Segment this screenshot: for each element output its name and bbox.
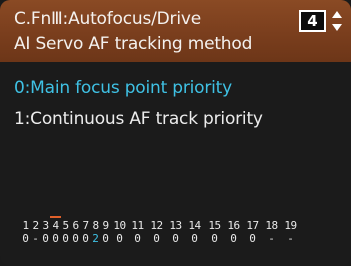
legend-number: 13 [169, 219, 182, 232]
legend-value: 0 [102, 232, 109, 245]
legend-cell: 18 - [264, 220, 279, 245]
legend-cell: 16 0 [226, 220, 241, 245]
legend-number: 14 [188, 219, 201, 232]
legend-value: 0 [172, 232, 179, 245]
legend-cell: 12 0 [149, 220, 164, 245]
legend-cell: 10 0 [112, 220, 127, 245]
function-number-selector[interactable]: 4 [299, 10, 326, 32]
legend-number: 19 [284, 219, 297, 232]
legend-cell: 11 0 [130, 220, 145, 245]
function-name: AI Servo AF tracking method [14, 34, 253, 54]
legend-cell: 13 0 [168, 220, 183, 245]
menu-title: C.FnⅢ:Autofocus/Drive [14, 9, 201, 29]
legend-value: - [268, 232, 275, 245]
legend-number: 16 [227, 219, 240, 232]
legend-cell: 17 0 [245, 220, 260, 245]
function-settings-legend: 1 0 2 - 3 0 4 0 5 0 6 0 7 0 8 2 9 0 10 0… [18, 216, 348, 260]
legend-value: 0 [249, 232, 256, 245]
spin-arrows-icon[interactable] [330, 10, 344, 32]
legend-cell: 9 0 [98, 220, 113, 245]
legend-number: 11 [131, 219, 144, 232]
legend-value: 0 [134, 232, 141, 245]
current-function-marker [50, 216, 61, 218]
menu-header: C.FnⅢ:Autofocus/Drive AI Servo AF tracki… [0, 0, 351, 62]
legend-cell: 15 0 [207, 220, 222, 245]
legend-value: 0 [153, 232, 160, 245]
legend-value: - [287, 232, 294, 245]
legend-number: 12 [150, 219, 163, 232]
legend-number: 17 [246, 219, 259, 232]
legend-number: 15 [208, 219, 221, 232]
legend-number: 10 [113, 219, 126, 232]
legend-cell: 14 0 [187, 220, 202, 245]
legend-value: 0 [230, 232, 237, 245]
option-main-focus-point-priority[interactable]: 0:Main focus point priority [14, 78, 232, 98]
legend-number: 9 [102, 219, 109, 232]
option-continuous-af-track-priority[interactable]: 1:Continuous AF track priority [14, 109, 263, 129]
legend-number: 18 [265, 219, 278, 232]
legend-value: 0 [211, 232, 218, 245]
legend-cell: 19 - [283, 220, 298, 245]
camera-menu-screen: C.FnⅢ:Autofocus/Drive AI Servo AF tracki… [0, 0, 351, 266]
legend-value: 0 [116, 232, 123, 245]
legend-value: 0 [191, 232, 198, 245]
